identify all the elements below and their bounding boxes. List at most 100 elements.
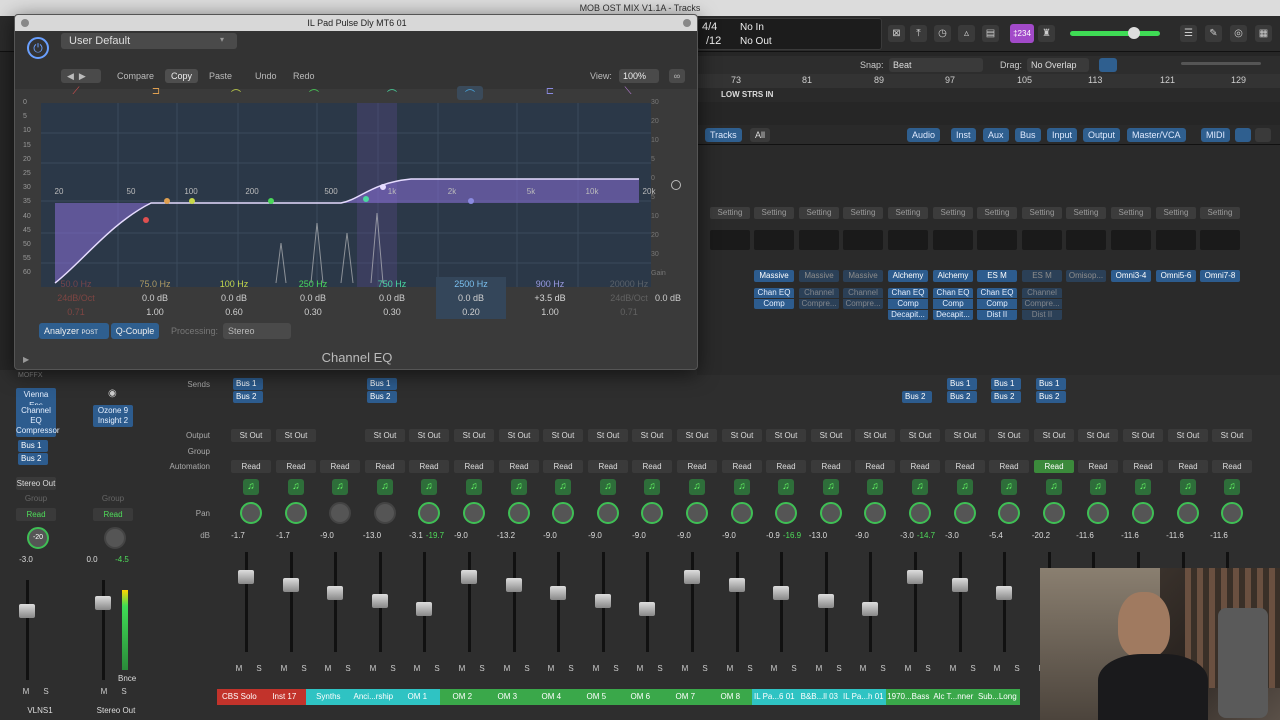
instrument-icon[interactable]: ♫ [243,479,259,495]
instrument-icon[interactable]: ♫ [511,479,527,495]
analyzer-button[interactable]: Analyzer POST [39,323,109,339]
pan-knob[interactable] [954,502,976,524]
instrument-icon[interactable]: ♫ [1090,479,1106,495]
highshelf-icon[interactable]: ⊏ [537,86,563,100]
pan-knob[interactable] [285,502,307,524]
instrument-slot[interactable]: ES M [977,270,1017,282]
band-freq[interactable]: 75.0 Hz [120,277,190,291]
solo-button[interactable]: S [296,664,312,673]
output-slot[interactable]: St Out [1034,429,1074,442]
volume-fader[interactable] [677,552,717,652]
mute-solo[interactable]: MS [989,664,1029,676]
pan-knob[interactable] [686,502,708,524]
channel-name[interactable]: OM 7 [663,689,708,705]
band-q[interactable]: 0.30 [357,305,427,319]
instrument-icon[interactable]: ♫ [689,479,705,495]
volume-fader[interactable] [722,552,762,652]
insert-slot[interactable]: Comp [888,299,928,309]
undo-button[interactable]: Undo [249,69,283,83]
insert-slot[interactable]: Chan EQ [888,288,928,298]
eq-thumbnail[interactable] [754,230,794,250]
insert-slot[interactable]: Chan EQ [977,288,1017,298]
mute-button[interactable]: M [855,664,871,673]
instrument-slot[interactable]: Omni7-8 [1200,270,1240,282]
processing-select[interactable]: Stereo [223,323,291,339]
volume-fader[interactable] [766,552,806,652]
volume-fader[interactable] [365,552,405,652]
instrument-slot[interactable]: Omisop... [1066,270,1106,282]
band-q[interactable]: 1.00 [120,305,190,319]
output-slot[interactable]: St Out [499,429,539,442]
insert-slot[interactable]: Channel [799,288,839,298]
automation-mode[interactable]: Read [632,460,672,473]
band-8-params[interactable]: 20000 Hz 24dB/Oct 0.71 [594,277,664,319]
channel-name[interactable]: Anci...rship [351,689,396,705]
insert-slot[interactable]: Dist II [1022,310,1062,320]
compare-button[interactable]: Compare [111,69,160,83]
automation-mode[interactable]: Read [231,460,271,473]
automation-mode[interactable]: Read [543,460,583,473]
channel-name[interactable]: CBS Solo [217,689,262,705]
mute-solo[interactable]: MS [766,664,806,676]
channel-name[interactable]: OM 8 [708,689,753,705]
solo-button[interactable]: S [1009,664,1025,673]
band-q[interactable]: 0.71 [41,305,111,319]
setting-slot[interactable]: Setting [799,207,839,219]
close-icon[interactable] [21,19,29,27]
output-slot[interactable]: St Out [855,429,895,442]
mute-solo[interactable]: MS [855,664,895,676]
band-freq[interactable]: 20000 Hz [594,277,664,291]
mute-button[interactable]: M [543,664,559,673]
instrument-icon[interactable]: ♫ [600,479,616,495]
setting-slot[interactable]: Setting [888,207,928,219]
band-q[interactable]: 0.20 [436,305,506,319]
setting-slot[interactable]: Setting [1111,207,1151,219]
instrument-icon[interactable]: ♫ [288,479,304,495]
send-slot[interactable]: Bus 2 [367,391,397,403]
mute-button[interactable]: M [989,664,1005,673]
eq-thumbnail[interactable] [1200,230,1240,250]
band-freq[interactable]: 900 Hz [515,277,585,291]
pan-knob[interactable] [998,502,1020,524]
prev-next-buttons[interactable]: ◀ ▶ [61,69,101,83]
automation-mode[interactable]: Read [900,460,940,473]
instrument-icon[interactable]: ♫ [332,479,348,495]
band-freq[interactable]: 250 Hz [278,277,348,291]
instrument-icon[interactable]: ♫ [1001,479,1017,495]
instrument-icon[interactable]: ♫ [644,479,660,495]
mute-button[interactable]: M [276,664,292,673]
setting-slot[interactable]: Setting [1200,207,1240,219]
pan-knob[interactable] [597,502,619,524]
eq-thumbnail[interactable] [1111,230,1151,250]
automation-mode[interactable]: Read [766,460,806,473]
setting-slot[interactable]: Setting [1066,207,1106,219]
channel-name[interactable]: Synths [306,689,351,705]
volume-fader[interactable] [231,552,271,652]
instrument-icon[interactable]: ♫ [555,479,571,495]
channel-name[interactable]: IL Pa...h 01 [841,689,886,705]
volume-fader[interactable] [454,552,494,652]
automation-mode[interactable]: Read [1034,460,1074,473]
paste-button[interactable]: Paste [203,69,238,83]
insert-slot[interactable]: Channel [1022,288,1062,298]
pan-knob[interactable] [418,502,440,524]
insert-slot[interactable]: Compre... [843,299,883,309]
output-slot[interactable]: St Out [543,429,583,442]
automation-mode[interactable]: Read [1168,460,1208,473]
master-gain-readout[interactable]: 0.0 dB [655,293,681,303]
band-freq[interactable]: 50.0 Hz [41,277,111,291]
setting-slot[interactable]: Setting [977,207,1017,219]
band-q[interactable]: 1.00 [515,305,585,319]
insert-slot[interactable]: Dist II [977,310,1017,320]
instrument-slot[interactable]: Massive [754,270,794,282]
automation-mode[interactable]: Read [320,460,360,473]
pan-knob[interactable] [775,502,797,524]
mute-solo[interactable]: MS [945,664,985,676]
automation-mode[interactable]: Read [811,460,851,473]
output-slot[interactable]: St Out [811,429,851,442]
channel-name[interactable]: 1970...Bass [886,689,931,705]
mute-button[interactable]: M [722,664,738,673]
solo-button[interactable]: S [652,664,668,673]
volume-fader[interactable] [855,552,895,652]
instrument-icon[interactable]: ♫ [1180,479,1196,495]
